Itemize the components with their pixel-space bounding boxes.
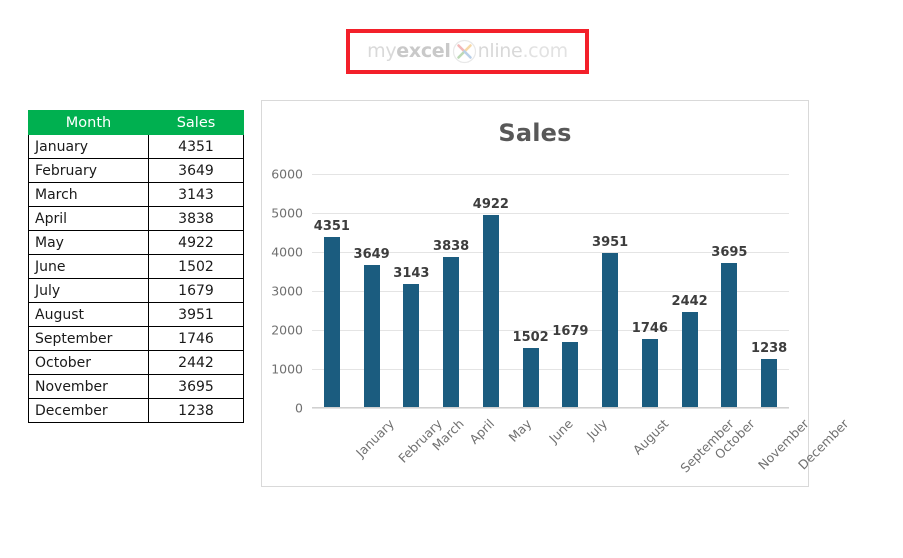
sales-data-table: Month Sales January 4351 February 3649 March… [28,110,244,423]
chart-data-label: 4351 [313,219,350,235]
cell-sales: 3695 [148,374,244,399]
chart-y-axis-label: 5000 [271,205,303,221]
table-row: March 3143 [28,182,244,207]
chart-y-axis-label: 2000 [271,322,303,338]
cell-month: December [28,398,149,423]
chart-bar [363,264,380,407]
column-header-month: Month [28,110,149,135]
cell-month: November [28,374,149,399]
table-body: January 4351 February 3649 March 3143 April 383… [28,134,244,423]
logo-text-nline: nline [477,40,523,62]
chart-x-axis-label: May [505,416,535,445]
chart-x-axis-label: June [545,416,576,446]
chart-bar [761,358,778,407]
logo-text-excel: excel [396,40,451,62]
chart-data-label: 1679 [552,323,589,339]
chart-bar [641,338,658,407]
logo-text-my: my [367,40,397,62]
chart-y-axis-label: 1000 [271,361,303,377]
table-row: July 1679 [28,278,244,303]
logo-text-com: .com [522,40,568,62]
column-header-sales: Sales [148,110,244,135]
chart-y-axis-label: 0 [295,400,303,416]
chart-x-axis-label: April [466,416,498,447]
table-row: May 4922 [28,230,244,255]
chart-data-label: 3143 [393,266,430,282]
chart-gridline [312,369,789,370]
cell-sales: 3649 [148,158,244,183]
cell-sales: 1502 [148,254,244,279]
chart-gridline [312,330,789,331]
cell-sales: 1679 [148,278,244,303]
cell-sales: 3143 [148,182,244,207]
table-header: Month Sales [28,110,244,135]
logo-wordmark: myexcel nline.com [350,33,585,70]
chart-y-axis-label: 4000 [271,244,303,260]
chart-data-label: 3649 [353,246,390,262]
cell-sales: 2442 [148,350,244,375]
logo-text: myexcel nline.com [367,39,568,64]
cell-month: June [28,254,149,279]
cell-sales: 1238 [148,398,244,423]
chart-bar [721,262,738,407]
chart-x-axis-label: January [352,416,397,461]
cell-month: March [28,182,149,207]
cell-sales: 4922 [148,230,244,255]
table-row: January 4351 [28,134,244,159]
table-row: November 3695 [28,374,244,399]
chart-data-label: 1502 [512,330,549,346]
x-cross-circle-icon [452,39,477,64]
chart-title: Sales [498,119,572,147]
table-row: February 3649 [28,158,244,183]
chart-bar [681,311,698,407]
chart-gridline [312,291,789,292]
table-row: September 1746 [28,326,244,351]
cell-month: October [28,350,149,375]
chart-data-label: 2442 [671,293,708,309]
cell-month: April [28,206,149,231]
chart-bar [403,284,420,407]
cell-month: August [28,302,149,327]
chart-y-axis-label: 3000 [271,283,303,299]
chart-bar [602,252,619,407]
table-row: April 3838 [28,206,244,231]
chart-plot-area: 0 1000 2000 3000 4000 5000 6000 4351 January 3649… [271,167,851,476]
table-row: December 1238 [28,398,244,423]
chart-gridline [312,174,789,175]
cell-month: February [28,158,149,183]
chart-x-axis-label: August [629,416,672,458]
chart-data-label: 3695 [711,244,748,260]
chart-data-label: 1238 [751,340,788,356]
chart-data-label: 3951 [592,234,629,250]
table-row: August 3951 [28,302,244,327]
table-header-row: Month Sales [28,110,244,135]
chart-gridline [312,213,789,214]
table-row: June 1502 [28,254,244,279]
chart-data-label: 1746 [631,320,668,336]
cell-month: July [28,278,149,303]
chart-bar [323,237,340,407]
sales-chart-panel: Sales 0 1000 2000 3000 4000 5000 6000 4351 Janua… [261,100,852,487]
chart-bar [562,341,579,407]
chart-bar [522,348,539,407]
table-row: October 2442 [28,350,244,375]
cell-sales: 3951 [148,302,244,327]
chart-x-axis-label: July [583,416,611,443]
cell-month: May [28,230,149,255]
chart-y-axis-label: 6000 [271,166,303,182]
chart-data-label: 4922 [472,197,509,213]
logo-banner: myexcel nline.com [346,29,589,74]
chart-gridline [312,408,789,409]
cell-month: January [28,134,149,159]
cell-sales: 1746 [148,326,244,351]
chart-bar [482,215,499,407]
chart-bar [443,257,460,407]
cell-month: September [28,326,149,351]
cell-sales: 4351 [148,134,244,159]
cell-sales: 3838 [148,206,244,231]
chart-data-label: 3838 [433,239,470,255]
